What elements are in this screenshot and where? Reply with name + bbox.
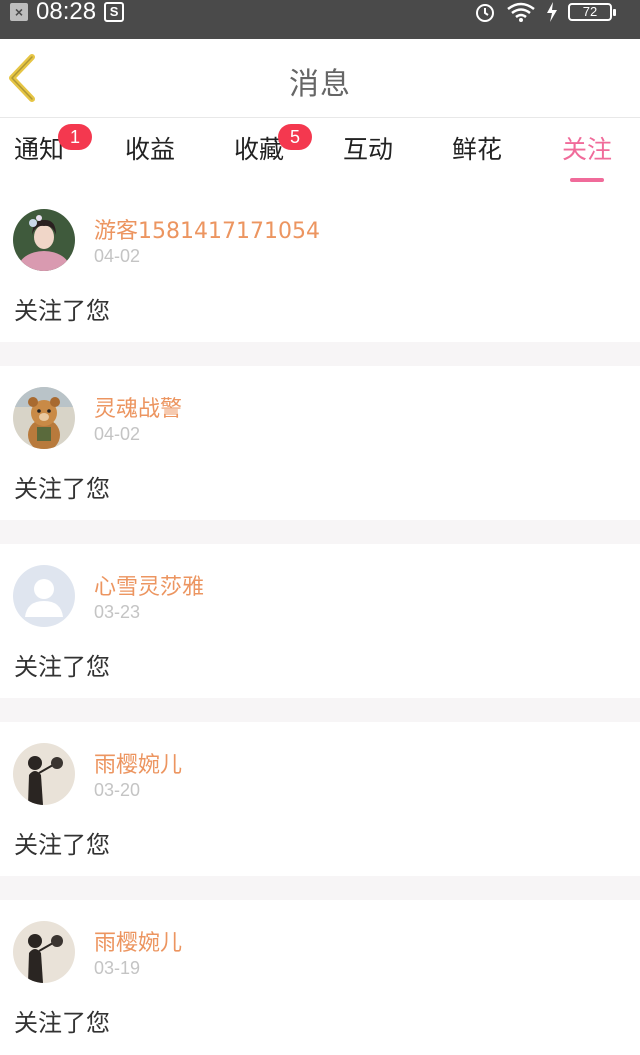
message-date: 03-20 bbox=[94, 780, 141, 800]
divider bbox=[0, 876, 640, 900]
default-person-avatar[interactable] bbox=[13, 565, 75, 627]
tab-follows[interactable]: 关注 bbox=[542, 130, 632, 182]
tab-notifications[interactable]: 通知 1 bbox=[0, 124, 92, 170]
silhouette-avatar[interactable] bbox=[13, 921, 75, 983]
tab-interactions[interactable]: 互动 bbox=[323, 130, 413, 170]
list-item[interactable]: 游客1581417171054 04-02 关注了您 bbox=[0, 188, 640, 342]
tab-label: 收藏 bbox=[233, 135, 284, 164]
notification-close-icon: × bbox=[10, 3, 28, 21]
tab-label: 关注 bbox=[561, 135, 612, 164]
divider bbox=[0, 342, 640, 366]
tab-label: 互动 bbox=[342, 135, 393, 164]
battery-indicator: 72 bbox=[568, 3, 616, 21]
page-title: 消息 bbox=[289, 67, 351, 102]
unread-badge: 5 bbox=[278, 124, 312, 150]
tab-label: 鲜花 bbox=[451, 135, 502, 164]
divider bbox=[0, 698, 640, 722]
status-time: 08:28 bbox=[36, 0, 97, 25]
tab-earnings[interactable]: 收益 bbox=[105, 130, 195, 170]
user-name[interactable]: 心雪灵莎雅 bbox=[94, 569, 204, 601]
divider bbox=[0, 520, 640, 544]
unread-badge: 1 bbox=[58, 124, 92, 150]
user-name[interactable]: 雨樱婉儿 bbox=[94, 747, 182, 779]
active-tab-indicator bbox=[570, 178, 604, 182]
message-list: 游客1581417171054 04-02 关注了您 灵魂战警 04-02 关注… bbox=[0, 188, 640, 1054]
message-date: 03-23 bbox=[94, 602, 141, 622]
user-name[interactable]: 雨樱婉儿 bbox=[94, 925, 182, 957]
message-text: 关注了您 bbox=[14, 831, 110, 859]
message-date: 04-02 bbox=[94, 424, 141, 444]
message-text: 关注了您 bbox=[14, 1009, 110, 1037]
message-text: 关注了您 bbox=[14, 297, 110, 325]
list-item[interactable]: 雨樱婉儿 03-19 关注了您 bbox=[0, 900, 640, 1054]
tab-favorites[interactable]: 收藏 5 bbox=[214, 124, 312, 170]
message-tabs: 通知 1 收益 收藏 5 互动 鲜花 关注 bbox=[0, 118, 640, 188]
navigation-bar: 消息 bbox=[0, 39, 640, 118]
user-name[interactable]: 灵魂战警 bbox=[94, 391, 182, 423]
status-bar: × 08:28 S 72 bbox=[0, 0, 640, 39]
tab-label: 通知 bbox=[13, 135, 64, 164]
message-date: 03-19 bbox=[94, 958, 141, 978]
list-item[interactable]: 灵魂战警 04-02 关注了您 bbox=[0, 366, 640, 520]
user-name[interactable]: 游客1581417171054 bbox=[94, 213, 320, 245]
message-text: 关注了您 bbox=[14, 653, 110, 681]
tab-label: 收益 bbox=[124, 135, 175, 164]
wifi-icon bbox=[507, 2, 535, 22]
woman-portrait-avatar[interactable] bbox=[13, 209, 75, 271]
tab-flowers[interactable]: 鲜花 bbox=[432, 130, 522, 170]
list-item[interactable]: 雨樱婉儿 03-20 关注了您 bbox=[0, 722, 640, 876]
charging-icon bbox=[547, 2, 557, 22]
message-text: 关注了您 bbox=[14, 475, 110, 503]
list-item[interactable]: 心雪灵莎雅 03-23 关注了您 bbox=[0, 544, 640, 698]
alarm-icon bbox=[476, 4, 494, 22]
message-date: 04-02 bbox=[94, 246, 141, 266]
silhouette-avatar[interactable] bbox=[13, 743, 75, 805]
teddy-bear-avatar[interactable] bbox=[13, 387, 75, 449]
app-s-icon: S bbox=[104, 2, 125, 22]
